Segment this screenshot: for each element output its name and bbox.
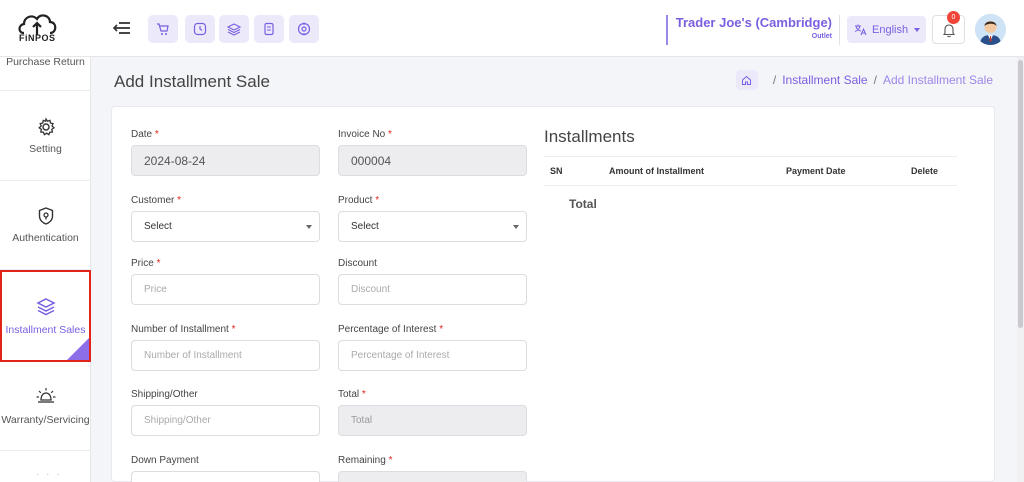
- table-total-row: Total: [544, 186, 957, 222]
- chevron-down-icon: [914, 27, 921, 32]
- installments-table: SN Amount of Installment Payment Date De…: [544, 156, 957, 222]
- home-icon: [742, 75, 752, 85]
- sidebar-item-installment-sales[interactable]: Installment Sales: [0, 270, 91, 362]
- interest-input[interactable]: Percentage of Interest: [338, 340, 527, 371]
- quick-receipt-button[interactable]: [254, 15, 284, 43]
- lamp-icon: [36, 388, 55, 403]
- chevron-down-icon: [513, 225, 519, 229]
- breadcrumb-home[interactable]: [735, 70, 758, 90]
- remaining-field: [338, 471, 527, 482]
- quick-stack-button[interactable]: [219, 15, 249, 43]
- quick-target-button[interactable]: [289, 15, 319, 43]
- column-delete: Delete: [911, 166, 939, 176]
- installment-count-input[interactable]: Number of Installment: [131, 340, 320, 371]
- table-header: SN Amount of Installment Payment Date De…: [544, 156, 957, 186]
- shield-icon: [38, 207, 53, 225]
- receipt-icon: [264, 22, 274, 36]
- sidebar-item-setting[interactable]: Setting: [0, 91, 91, 181]
- layers-icon: [35, 298, 56, 316]
- language-dropdown[interactable]: English: [847, 16, 926, 43]
- user-avatar[interactable]: [975, 14, 1006, 45]
- column-payment-date: Payment Date: [786, 166, 846, 176]
- installment-count-label: Number of Installment *: [131, 324, 236, 335]
- sidebar-item-authentication[interactable]: Authentication: [0, 181, 91, 270]
- sidebar-item-purchase-return[interactable]: Purchase Return: [0, 56, 91, 91]
- sidebar-item-label: Purchase Return: [6, 56, 85, 68]
- total-row-label: Total: [569, 197, 597, 211]
- sidebar-item-label: Warranty/Servicing: [1, 414, 90, 426]
- installments-title: Installments: [544, 127, 635, 146]
- total-field: Total: [338, 405, 527, 436]
- customer-label: Customer *: [131, 195, 182, 206]
- breadcrumb-installment-sale[interactable]: Installment Sale: [782, 73, 867, 87]
- date-field: 2024-08-24: [131, 145, 320, 176]
- cart-icon: [157, 23, 169, 35]
- gear-icon: [37, 116, 55, 136]
- sidebar-item-label: Setting: [29, 142, 62, 155]
- scrollbar-thumb[interactable]: [1018, 60, 1023, 328]
- clock-icon: [193, 22, 207, 36]
- sidebar: Purchase Return Setting Authentication I…: [0, 56, 91, 482]
- shipping-label: Shipping/Other: [131, 389, 198, 400]
- sidebar-item-label: Authentication: [12, 232, 79, 244]
- discount-label: Discount: [338, 258, 377, 269]
- price-label: Price *: [131, 258, 161, 269]
- top-bar: FiNPOS Trader Joe's (Cambridge) Outlet E…: [0, 0, 1024, 57]
- invoice-label: Invoice No *: [338, 129, 392, 140]
- invoice-field: 000004: [338, 145, 527, 176]
- notification-badge: 0: [947, 11, 960, 24]
- menu-toggle-icon[interactable]: [112, 19, 132, 37]
- shipping-input[interactable]: Shipping/Other: [131, 405, 320, 436]
- product-select[interactable]: Select: [338, 211, 527, 242]
- sidebar-item-label: Installment Sales: [5, 324, 86, 336]
- active-indicator: [67, 338, 89, 360]
- header-divider: [839, 15, 840, 45]
- sidebar-item-warranty-servicing[interactable]: Warranty/Servicing: [0, 362, 91, 451]
- sidebar-more[interactable]: · · ·: [36, 469, 62, 480]
- customer-select[interactable]: Select: [131, 211, 320, 242]
- date-label: Date *: [131, 129, 159, 140]
- product-label: Product *: [338, 195, 380, 206]
- avatar-icon: [975, 14, 1006, 45]
- breadcrumb-current: Add Installment Sale: [882, 73, 993, 87]
- chevron-down-icon: [306, 225, 312, 229]
- column-amount: Amount of Installment: [609, 166, 704, 176]
- target-icon: [297, 22, 311, 36]
- store-selector[interactable]: Trader Joe's (Cambridge) Outlet: [665, 15, 832, 45]
- discount-input[interactable]: Discount: [338, 274, 527, 305]
- page-title: Add Installment Sale: [114, 72, 270, 91]
- column-sn: SN: [550, 166, 563, 176]
- quick-history-button[interactable]: [185, 15, 215, 43]
- store-type: Outlet: [811, 33, 832, 40]
- language-label: English: [872, 23, 909, 36]
- logo-text: FiNPOS: [19, 33, 56, 43]
- finpos-logo[interactable]: [16, 9, 60, 49]
- layers-icon: [227, 23, 241, 36]
- breadcrumb: / Installment Sale / Add Installment Sal…: [735, 70, 993, 90]
- remaining-label: Remaining *: [338, 455, 393, 466]
- translate-icon: [854, 24, 867, 36]
- down-payment-label: Down Payment: [131, 455, 199, 466]
- down-payment-input[interactable]: [131, 471, 320, 482]
- price-input[interactable]: Price: [131, 274, 320, 305]
- interest-label: Percentage of Interest *: [338, 324, 444, 335]
- quick-pos-button[interactable]: [148, 15, 178, 43]
- total-label: Total *: [338, 389, 366, 400]
- store-name: Trader Joe's (Cambridge): [675, 15, 832, 30]
